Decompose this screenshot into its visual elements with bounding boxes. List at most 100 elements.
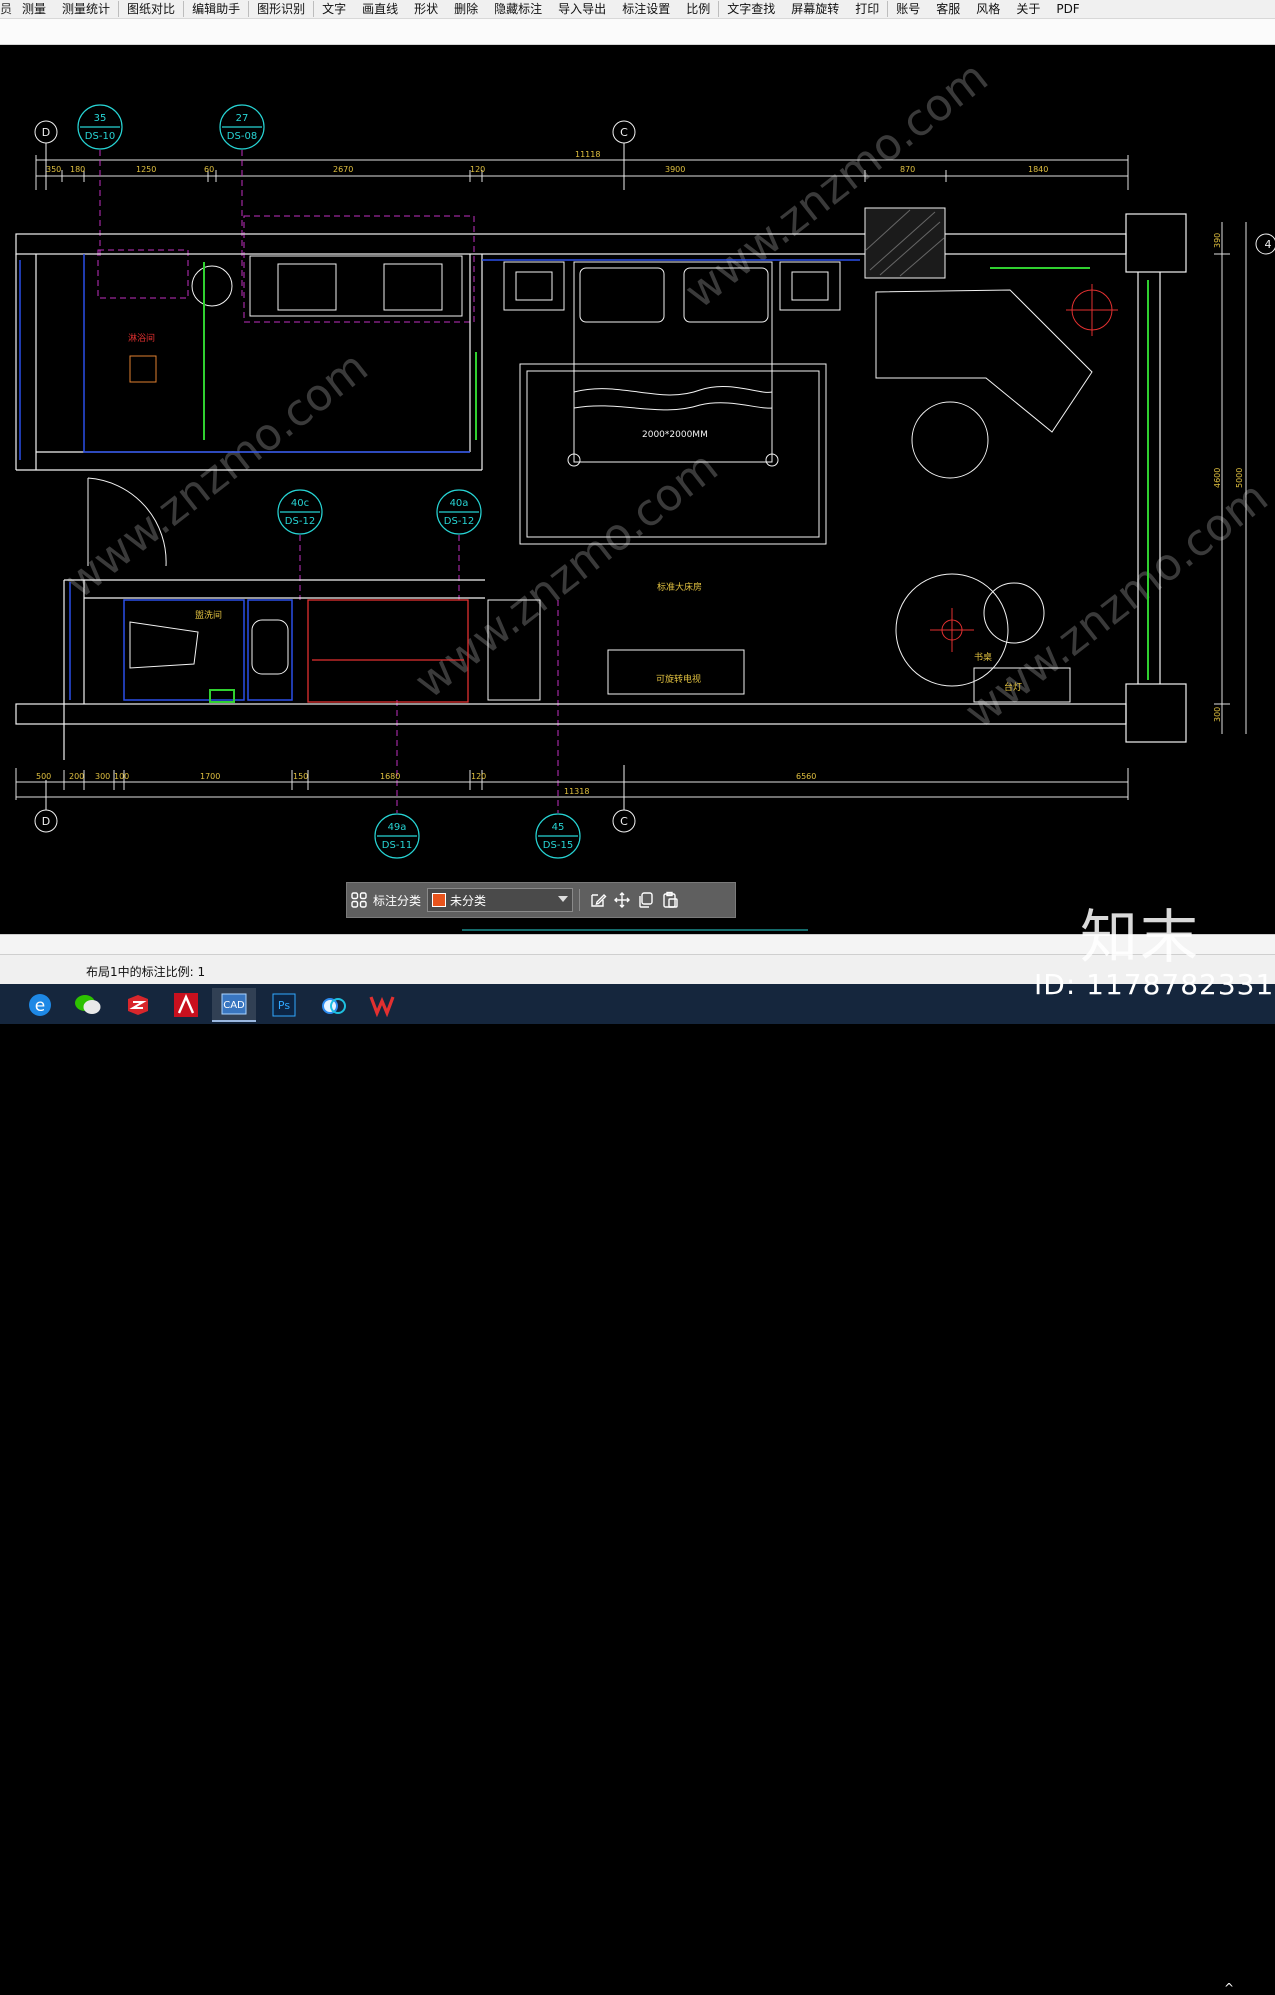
grid-apps-icon[interactable] bbox=[347, 888, 371, 912]
app-red-icon[interactable] bbox=[116, 988, 160, 1022]
svg-text:DS-08: DS-08 bbox=[227, 131, 257, 142]
menu-item-edit-assistant[interactable]: 编辑助手 bbox=[183, 1, 248, 17]
menu-item-print[interactable]: 打印 bbox=[847, 1, 887, 17]
menu-item-support[interactable]: 客服 bbox=[928, 1, 968, 17]
menu-item-shape[interactable]: 形状 bbox=[406, 1, 446, 17]
chevron-down-icon bbox=[558, 896, 569, 902]
wps-icon[interactable] bbox=[360, 988, 404, 1022]
top-dim-seg: 120 bbox=[470, 165, 485, 174]
svg-text:49a: 49a bbox=[388, 822, 407, 833]
menu-item-hide-annotation[interactable]: 隐藏标注 bbox=[486, 1, 550, 17]
bottom-dim-seg: 500 bbox=[36, 772, 51, 781]
category-color-swatch bbox=[432, 893, 447, 907]
menu-item-text-search[interactable]: 文字查找 bbox=[718, 1, 783, 17]
baidu-netdisk-icon[interactable] bbox=[312, 988, 356, 1022]
annotation-category-select[interactable]: 未分类 bbox=[427, 888, 574, 912]
svg-text:www.znzmo.com: www.znzmo.com bbox=[955, 471, 1275, 738]
room-labels: 2000*2000MM 标准大床房 可旋转电视 盥洗间 书桌 台灯 淋浴间 bbox=[128, 332, 1022, 693]
photoshop-icon[interactable]: Ps bbox=[262, 988, 306, 1022]
menu-item-cut[interactable]: 员 bbox=[0, 1, 14, 17]
annotation-floating-toolbar: 标注分类 未分类 bbox=[346, 882, 736, 918]
top-dim-seg: 60 bbox=[204, 165, 214, 174]
menu-item-measure-stats[interactable]: 测量统计 bbox=[54, 1, 118, 17]
menu-item-annotation-settings[interactable]: 标注设置 bbox=[614, 1, 678, 17]
menu-item-style[interactable]: 风格 bbox=[968, 1, 1008, 17]
menu-item-text[interactable]: 文字 bbox=[313, 1, 354, 17]
svg-text:390: 390 bbox=[1213, 233, 1222, 248]
svg-text:Ps: Ps bbox=[278, 999, 290, 1012]
svg-text:DS-12: DS-12 bbox=[444, 516, 474, 527]
svg-text:盥洗间: 盥洗间 bbox=[195, 609, 222, 621]
svg-text:淋浴间: 淋浴间 bbox=[128, 332, 155, 344]
divider bbox=[579, 889, 581, 911]
svg-text:DS-12: DS-12 bbox=[285, 516, 315, 527]
edit-icon[interactable] bbox=[586, 888, 610, 912]
menu-item-shape-recognition[interactable]: 图形识别 bbox=[248, 1, 313, 17]
menu-item-account[interactable]: 账号 bbox=[887, 1, 928, 17]
svg-text:www.znzmo.com: www.znzmo.com bbox=[675, 51, 997, 318]
ie-icon[interactable]: e bbox=[18, 988, 62, 1022]
svg-text:27: 27 bbox=[236, 113, 249, 124]
drawing-canvas[interactable]: www.znzmo.com www.znzmo.com www.znzmo.co… bbox=[0, 45, 1275, 934]
paste-icon[interactable] bbox=[658, 888, 682, 912]
right-dimension-texts: 390 4600 5000 300 bbox=[1213, 233, 1244, 722]
structural-column bbox=[864, 207, 946, 279]
svg-text:45: 45 bbox=[552, 822, 565, 833]
top-dim-seg: 1840 bbox=[1028, 165, 1048, 174]
bottom-dim-seg: 100 bbox=[114, 772, 129, 781]
svg-text:35: 35 bbox=[94, 113, 107, 124]
annotation-category-label: 标注分类 bbox=[373, 893, 422, 908]
svg-text:DS-11: DS-11 bbox=[382, 840, 412, 851]
top-dim-seg: 2670 bbox=[333, 165, 353, 174]
menu-item-drawing-compare[interactable]: 图纸对比 bbox=[118, 1, 183, 17]
menu-bar: 员 测量 测量统计 图纸对比 编辑助手 图形识别 文字 画直线 形状 删除 隐藏… bbox=[0, 0, 1275, 19]
category-selected-value: 未分类 bbox=[450, 893, 487, 908]
svg-text:www.znzmo.com: www.znzmo.com bbox=[405, 441, 727, 708]
top-dimension-line bbox=[35, 155, 1129, 190]
top-dim-seg: 1250 bbox=[136, 165, 156, 174]
svg-text:CAD: CAD bbox=[223, 1000, 245, 1011]
bottom-dim-seg: 120 bbox=[471, 772, 486, 781]
cad-viewer-icon[interactable]: CAD bbox=[212, 988, 256, 1022]
chevron-up-icon[interactable]: ^ bbox=[1224, 1981, 1234, 1995]
svg-text:D: D bbox=[42, 815, 50, 828]
svg-text:书桌: 书桌 bbox=[974, 651, 992, 663]
svg-text:40c: 40c bbox=[291, 498, 309, 509]
floor-plan-drawing: www.znzmo.com www.znzmo.com www.znzmo.co… bbox=[15, 51, 1275, 931]
svg-text:4: 4 bbox=[1265, 238, 1272, 251]
svg-text:40a: 40a bbox=[450, 498, 469, 509]
toolbar-strip bbox=[0, 19, 1275, 45]
annotation-scale-status: 布局1中的标注比例: 1 bbox=[86, 965, 206, 979]
top-dim-total: 11118 bbox=[575, 150, 600, 159]
move-icon[interactable] bbox=[610, 888, 634, 912]
menu-item-pdf[interactable]: PDF bbox=[1048, 1, 1087, 17]
svg-text:标准大床房: 标准大床房 bbox=[657, 581, 702, 593]
svg-text:C: C bbox=[620, 815, 628, 828]
menu-item-measure[interactable]: 测量 bbox=[14, 1, 54, 17]
svg-text:www.znzmo.com: www.znzmo.com bbox=[55, 341, 377, 608]
target-marks bbox=[129, 284, 1118, 652]
bottom-dimension-texts: 500 200 300 100 1700 150 1680 120 6560 1… bbox=[36, 772, 816, 796]
menu-item-screen-rotate[interactable]: 屏幕旋转 bbox=[783, 1, 847, 17]
svg-text:e: e bbox=[35, 996, 45, 1016]
copy-icon[interactable] bbox=[634, 888, 658, 912]
callout-bubbles bbox=[77, 104, 581, 859]
menu-item-draw-line[interactable]: 画直线 bbox=[354, 1, 406, 17]
svg-text:C: C bbox=[620, 126, 628, 139]
menu-item-scale[interactable]: 比例 bbox=[678, 1, 718, 17]
wechat-icon[interactable] bbox=[66, 988, 110, 1022]
svg-text:2000*2000MM: 2000*2000MM bbox=[642, 430, 708, 440]
blue-outlines bbox=[19, 254, 860, 701]
bottom-dim-seg: 6560 bbox=[796, 772, 816, 781]
menu-item-about[interactable]: 关于 bbox=[1008, 1, 1048, 17]
top-dim-seg: 350 bbox=[46, 165, 61, 174]
menu-item-delete[interactable]: 删除 bbox=[446, 1, 486, 17]
autocad-icon[interactable] bbox=[164, 988, 208, 1022]
bottom-dim-seg: 1700 bbox=[200, 772, 220, 781]
svg-text:台灯: 台灯 bbox=[1004, 681, 1022, 693]
svg-text:D: D bbox=[42, 126, 50, 139]
svg-text:DS-10: DS-10 bbox=[85, 131, 115, 142]
image-id-watermark: ID: 1178782331 bbox=[1034, 968, 1275, 1001]
bottom-dim-seg: 1680 bbox=[380, 772, 400, 781]
menu-item-import-export[interactable]: 导入导出 bbox=[550, 1, 614, 17]
